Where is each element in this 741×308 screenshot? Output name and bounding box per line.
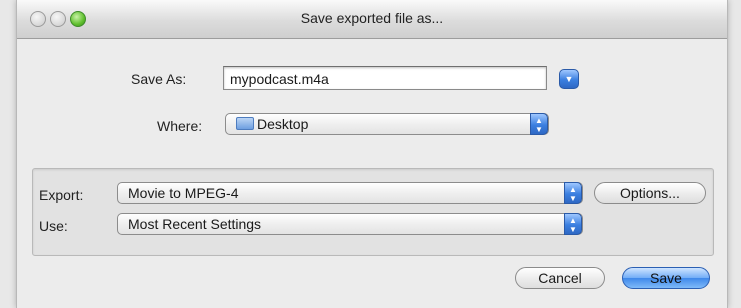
chevron-down-icon: ▼ — [564, 74, 574, 84]
use-label: Use: — [39, 218, 68, 234]
save-as-value: mypodcast.m4a — [230, 71, 329, 87]
use-popup[interactable]: Most Recent Settings ▲ ▼ — [117, 213, 583, 235]
up-down-arrows-icon: ▲ ▼ — [564, 213, 582, 235]
export-popup[interactable]: Movie to MPEG-4 ▲ ▼ — [117, 182, 583, 204]
save-button[interactable]: Save — [622, 267, 710, 289]
use-value: Most Recent Settings — [128, 216, 262, 232]
export-value: Movie to MPEG-4 — [128, 185, 239, 201]
save-as-label: Save As: — [131, 71, 187, 87]
title-bar[interactable]: Save exported file as... — [17, 0, 727, 39]
up-down-arrows-icon: ▲ ▼ — [530, 113, 548, 135]
cancel-button[interactable]: Cancel — [515, 267, 605, 289]
save-as-field[interactable]: mypodcast.m4a — [223, 66, 547, 90]
where-label: Where: — [157, 118, 203, 134]
where-value: Desktop — [257, 116, 309, 132]
window-title: Save exported file as... — [300, 10, 444, 26]
save-dialog-window: Save exported file as... Save As: mypodc… — [16, 0, 728, 308]
where-popup[interactable]: Desktop ▲ ▼ — [225, 113, 549, 135]
export-label: Export: — [39, 187, 84, 203]
up-down-arrows-icon: ▲ ▼ — [564, 182, 582, 204]
expand-dialog-button[interactable]: ▼ — [559, 69, 579, 89]
folder-icon — [236, 117, 254, 130]
options-button[interactable]: Options... — [594, 182, 706, 204]
